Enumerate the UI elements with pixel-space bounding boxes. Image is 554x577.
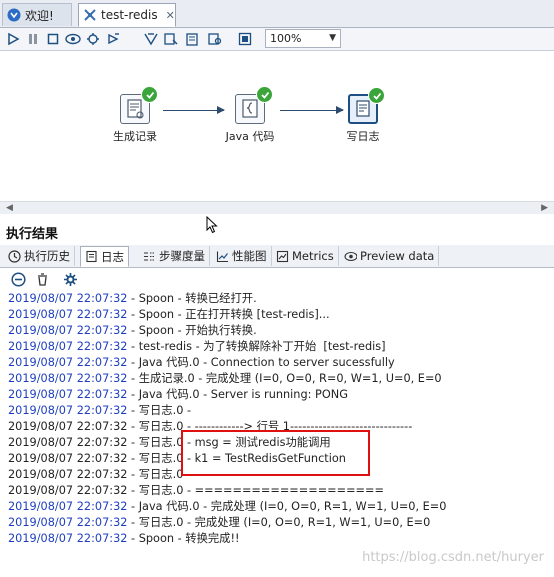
log-line: 2019/08/07 22:07:32 - 写日志.0 - [8,404,192,417]
log-icon [85,250,98,263]
pause-icon[interactable] [24,30,42,48]
step-label: Java 代码 [225,130,275,143]
log-line: 2019/08/07 22:07:32 - Java 代码.0 - 完成处理 (… [8,500,447,513]
zoom-value: 100% [270,32,302,45]
performance-graph-icon [216,250,229,263]
log-line: 2019/08/07 22:07:32 - 写日志.0 - [8,468,192,481]
success-check-icon [141,86,158,103]
tab-label: 步骤度量 [159,249,205,263]
tab-step-metrics[interactable]: 步骤度量 [139,246,210,266]
tab-performance-graph[interactable]: 性能图 [212,246,272,266]
clear-log-icon[interactable] [10,271,26,287]
log-line: 2019/08/07 22:07:32 - Spoon - 正在打开转换 [te… [8,308,330,321]
log-line: 2019/08/07 22:07:32 - Java 代码.0 - Connec… [8,356,395,369]
results-tab-bar: 执行历史 日志 步骤度量 性能图 Metrics Preview data [0,245,554,268]
transformation-toolbar: 100% ▼ [0,28,554,51]
log-line: 2019/08/07 22:07:32 - Java 代码.0 - Server… [8,388,348,401]
log-line: 2019/08/07 22:07:32 - 写日志.0 - ==========… [8,484,384,497]
step-label: 写日志 [346,130,380,143]
step-generate-rows[interactable]: 生成记录 [95,86,175,144]
transformation-icon [83,8,97,22]
log-line: 2019/08/07 22:07:32 - 生成记录.0 - 完成处理 (I=0… [8,372,442,385]
zoom-select[interactable]: 100% ▼ [265,29,341,48]
log-line: 2019/08/07 22:07:32 - 写日志.0 - 完成处理 (I=0,… [8,516,431,529]
tab-welcome[interactable]: 欢迎! [2,3,72,26]
tab-test-redis[interactable]: test-redis ✕ [78,3,176,27]
tab-log[interactable]: 日志 [80,246,129,267]
run-icon[interactable] [4,30,22,48]
tab-label: 执行历史 [24,249,70,263]
log-line: 2019/08/07 22:07:32 - Spoon - 转换完成!! [8,532,240,545]
trash-icon[interactable] [34,271,50,287]
results-panel-title: 执行结果 [6,227,59,242]
tab-label: Metrics [292,249,334,263]
tab-metrics[interactable]: Metrics [272,246,339,266]
sql-icon[interactable] [184,30,202,48]
grid-icon[interactable] [236,30,254,48]
success-check-icon [256,86,273,103]
preview-icon[interactable] [64,30,82,48]
stop-icon[interactable] [44,30,62,48]
tab-execution-history[interactable]: 执行历史 [4,246,75,266]
generate-rows-icon [120,86,158,124]
canvas-horizontal-scrollbar[interactable]: ◀ ▶ [0,201,554,214]
scroll-right-icon[interactable]: ▶ [541,202,548,214]
step-label: 生成记录 [113,130,157,143]
metrics-icon [276,250,289,263]
tab-label: 欢迎! [25,8,54,23]
log-toolbar [0,269,554,289]
log-line: 2019/08/07 22:07:32 - test-redis - 为了转换解… [8,340,386,353]
tab-label: 性能图 [232,249,267,263]
tab-preview-data[interactable]: Preview data [340,246,440,266]
log-line: 2019/08/07 22:07:32 - Spoon - 转换已经打开. [8,292,257,305]
watermark: https://blog.csdn.net/huryer [362,550,544,565]
explore-db-icon[interactable] [206,30,224,48]
step-write-log[interactable]: 写日志 [323,87,403,144]
verify-icon[interactable] [142,30,160,48]
mouse-cursor-icon [206,215,218,237]
java-code-icon [235,86,273,124]
log-line: 2019/08/07 22:07:32 - Spoon - 开始执行转换. [8,324,257,337]
gear-icon[interactable] [62,271,78,287]
step-metrics-icon [143,250,156,263]
impact-icon[interactable] [162,30,180,48]
tab-label: Preview data [360,249,435,263]
tab-label: 日志 [101,249,124,264]
editor-tab-bar: 欢迎! test-redis ✕ [0,0,554,28]
replay-icon[interactable] [104,30,122,48]
scroll-left-icon[interactable]: ◀ [6,202,13,214]
debug-icon[interactable] [84,30,102,48]
chevron-down-icon: ▼ [329,33,336,43]
kettle-icon [7,8,21,22]
history-icon [8,249,21,263]
highlight-annotation-box [181,430,370,476]
step-java-code[interactable]: Java 代码 [210,86,290,144]
close-icon[interactable]: ✕ [166,9,175,22]
tab-label: test-redis [101,8,158,22]
success-check-icon [368,87,385,104]
preview-icon [344,250,357,263]
write-log-icon [348,87,385,124]
